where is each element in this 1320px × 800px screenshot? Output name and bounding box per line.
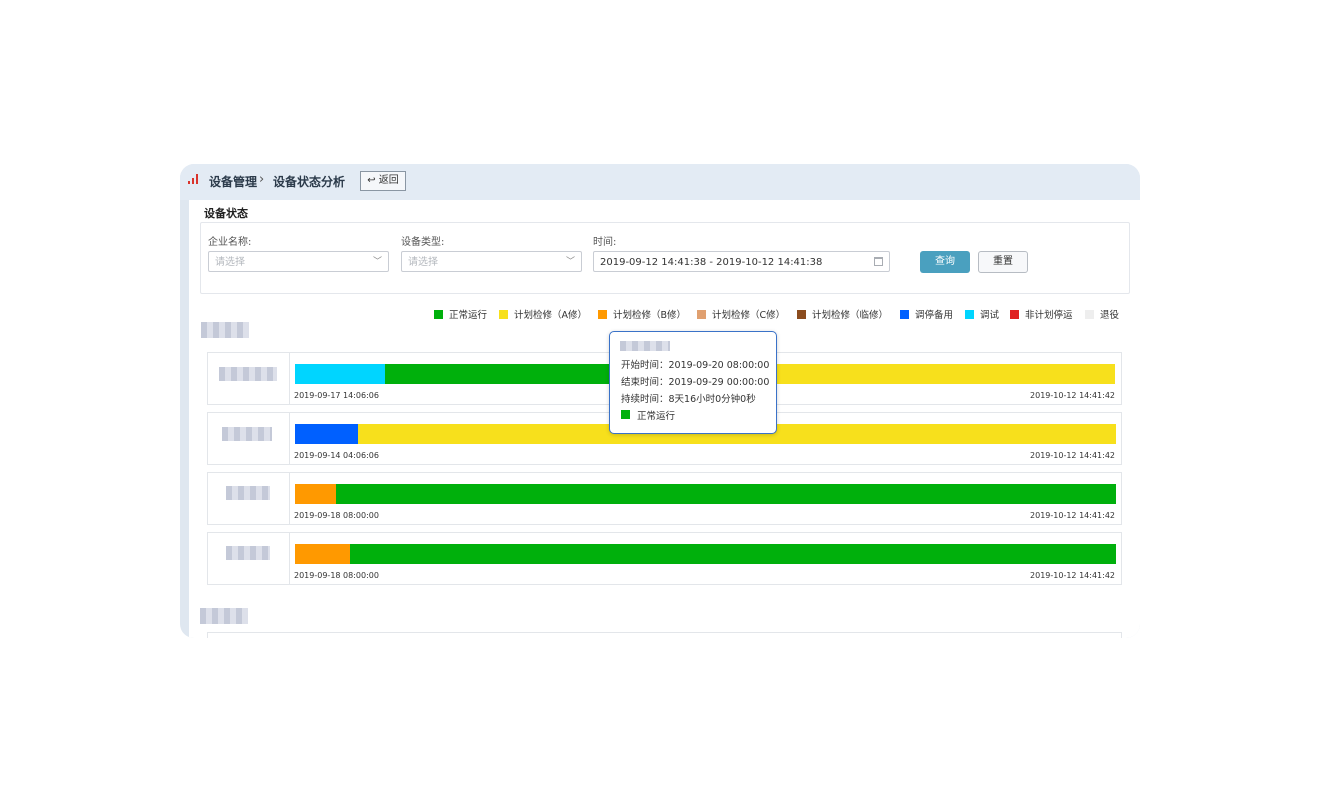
- reset-button[interactable]: 重置: [978, 251, 1028, 273]
- time-label: 时间:: [593, 237, 617, 248]
- tooltip-end-time: 结束时间：2019-09-29 00:00:00: [621, 377, 770, 388]
- legend-item[interactable]: 计划检修（C修）: [697, 310, 785, 324]
- section-title: 设备状态: [204, 207, 248, 220]
- legend-swatch: [598, 310, 607, 319]
- status-segment[interactable]: [295, 484, 336, 504]
- tooltip-status-swatch: [621, 410, 630, 419]
- end-time: 2019-10-12 14:41:42: [1030, 391, 1115, 400]
- legend-label: 计划检修（C修）: [712, 310, 786, 321]
- tooltip-duration: 持续时间：8天16小时0分钟0秒: [621, 394, 756, 405]
- device-name-redacted: [226, 486, 270, 500]
- company-select[interactable]: 请选择 ﹀: [208, 251, 389, 272]
- status-segment[interactable]: [295, 364, 385, 384]
- legend-swatch: [434, 310, 443, 319]
- legend-item[interactable]: 计划检修（A修）: [499, 310, 587, 324]
- start-time: 2019-09-17 14:06:06: [294, 391, 379, 400]
- time-range-value: 2019-09-12 14:41:38 - 2019-10-12 14:41:3…: [600, 257, 823, 268]
- legend-label: 调试: [980, 310, 1000, 321]
- end-time: 2019-10-12 14:41:42: [1030, 511, 1115, 520]
- calendar-icon[interactable]: [874, 257, 883, 266]
- status-bar: [295, 484, 1116, 504]
- status-bar: [295, 544, 1116, 564]
- legend-swatch: [697, 310, 706, 319]
- legend-swatch: [1010, 310, 1019, 319]
- breadcrumb-separator: ›: [259, 172, 265, 187]
- legend-label: 调停备用: [915, 310, 954, 321]
- device-name-cell: [208, 353, 290, 404]
- legend-swatch: [965, 310, 974, 319]
- status-segment[interactable]: [295, 424, 358, 444]
- device-name-redacted: [219, 367, 277, 381]
- end-time: 2019-10-12 14:41:42: [1030, 571, 1115, 580]
- device-type-label: 设备类型:: [401, 237, 445, 248]
- legend-swatch: [1085, 310, 1094, 319]
- device-row: [207, 632, 1122, 638]
- start-time: 2019-09-18 08:00:00: [294, 571, 379, 580]
- group-name-redacted: [200, 608, 248, 624]
- tooltip-status: 正常运行: [637, 411, 676, 422]
- legend-item[interactable]: 调试: [965, 310, 999, 324]
- device-name-cell: [208, 533, 290, 584]
- legend-swatch: [499, 310, 508, 319]
- legend-item[interactable]: 计划检修（B修）: [598, 310, 686, 324]
- legend-label: 计划检修（A修）: [514, 310, 587, 321]
- status-segment[interactable]: [336, 484, 1116, 504]
- company-label: 企业名称:: [208, 237, 252, 248]
- legend-item[interactable]: 正常运行: [434, 310, 487, 324]
- start-time: 2019-09-14 04:06:06: [294, 451, 379, 460]
- query-button[interactable]: 查询: [920, 251, 970, 273]
- legend-item[interactable]: 调停备用: [900, 310, 953, 324]
- device-name-redacted: [222, 427, 272, 441]
- back-button[interactable]: ↩ 返回: [360, 171, 406, 191]
- legend-swatch: [797, 310, 806, 319]
- group-name-redacted: [201, 322, 249, 338]
- end-time: 2019-10-12 14:41:42: [1030, 451, 1115, 460]
- status-segment[interactable]: [295, 544, 350, 564]
- legend-label: 正常运行: [449, 310, 488, 321]
- legend-label: 退役: [1100, 310, 1120, 321]
- filter-form: 企业名称: 请选择 ﹀ 设备类型: 请选择 ﹀ 时间: 2019-09-12 1…: [200, 222, 1130, 294]
- company-placeholder: 请选择: [215, 257, 245, 268]
- device-name-cell: [208, 473, 290, 524]
- breadcrumb: 设备管理 › 设备状态分析 ↩ 返回: [180, 164, 1140, 200]
- time-range-input[interactable]: 2019-09-12 14:41:38 - 2019-10-12 14:41:3…: [593, 251, 890, 272]
- device-type-select[interactable]: 请选择 ﹀: [401, 251, 582, 272]
- legend-item[interactable]: 非计划停运: [1010, 310, 1073, 324]
- legend-swatch: [900, 310, 909, 319]
- legend-label: 计划检修（B修）: [613, 310, 687, 321]
- breadcrumb-item-status-analysis: 设备状态分析: [273, 175, 346, 189]
- chevron-down-icon: ﹀: [565, 257, 575, 267]
- device-row: 2019-09-18 08:00:00 2019-10-12 14:41:42: [207, 532, 1122, 585]
- chevron-down-icon: ﹀: [372, 257, 382, 267]
- status-segment[interactable]: [350, 544, 1116, 564]
- device-type-placeholder: 请选择: [408, 257, 438, 268]
- legend-label: 非计划停运: [1025, 310, 1073, 321]
- tooltip-start-time: 开始时间：2019-09-20 08:00:00: [621, 360, 770, 371]
- legend-item[interactable]: 计划检修（临修）: [797, 310, 888, 324]
- start-time: 2019-09-18 08:00:00: [294, 511, 379, 520]
- status-tooltip: 开始时间：2019-09-20 08:00:00 结束时间：2019-09-29…: [609, 331, 777, 434]
- chart-icon: [188, 174, 200, 184]
- device-name-redacted: [226, 546, 270, 560]
- status-segment[interactable]: [750, 364, 1115, 384]
- legend-label: 计划检修（临修）: [812, 310, 889, 321]
- device-name-cell: [208, 413, 290, 464]
- device-row: 2019-09-18 08:00:00 2019-10-12 14:41:42: [207, 472, 1122, 525]
- legend-item[interactable]: 退役: [1085, 310, 1119, 324]
- breadcrumb-item-device-management[interactable]: 设备管理: [209, 173, 257, 190]
- tooltip-device-redacted: [620, 341, 670, 351]
